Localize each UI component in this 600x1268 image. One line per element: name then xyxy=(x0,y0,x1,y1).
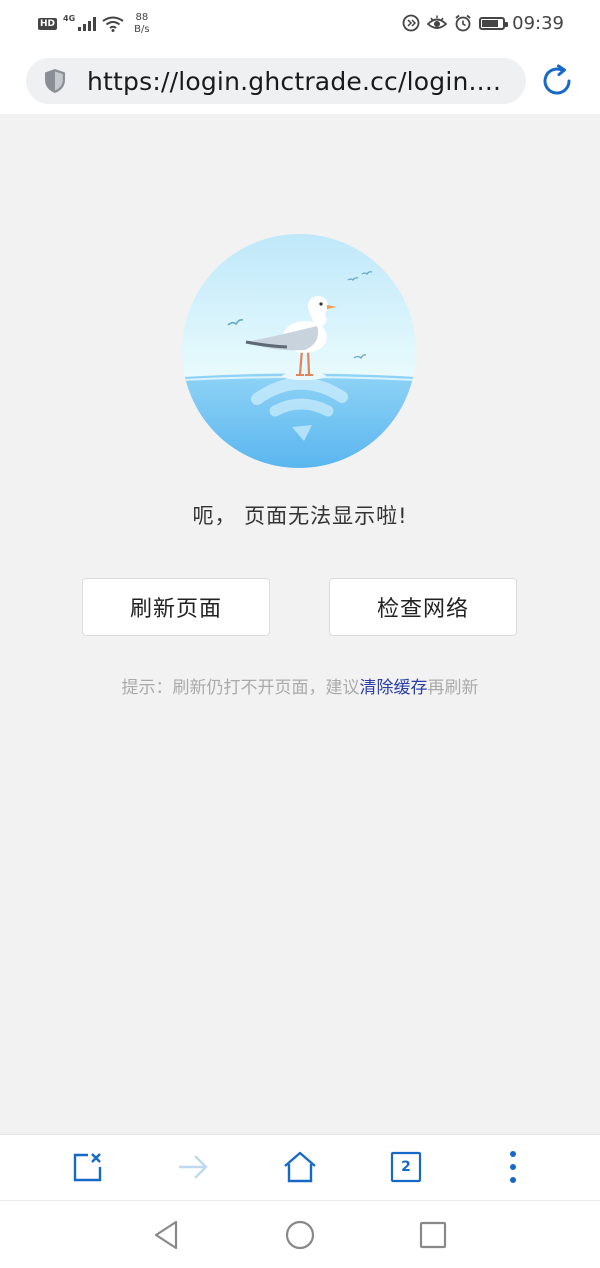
data-saver-icon xyxy=(402,14,420,32)
tabs-button[interactable]: 2 xyxy=(386,1147,426,1187)
clear-cache-link[interactable]: 清除缓存 xyxy=(360,678,428,698)
signal-icon xyxy=(78,17,97,31)
eye-icon xyxy=(427,15,448,29)
speed-value: 88 xyxy=(135,12,149,23)
tabs-count[interactable]: 2 xyxy=(401,1159,411,1175)
recents-square-icon[interactable] xyxy=(415,1217,451,1253)
close-page-icon[interactable] xyxy=(70,1150,104,1184)
network-type: 4G xyxy=(63,13,76,23)
home-circle-icon[interactable] xyxy=(282,1217,318,1253)
browser-header: https://login.ghctrade.cc/login.... xyxy=(0,46,600,114)
close-page-button[interactable] xyxy=(67,1147,107,1187)
reload-icon[interactable] xyxy=(540,64,574,98)
status-left: HD 4G 88 B/s xyxy=(38,10,150,38)
network-speed: 88 B/s xyxy=(134,12,149,36)
status-bar: HD 4G 88 B/s 09:39 xyxy=(0,0,600,46)
back-triangle-icon[interactable] xyxy=(150,1217,186,1253)
more-menu-icon[interactable] xyxy=(508,1150,518,1184)
system-nav-bar xyxy=(0,1200,600,1268)
more-menu-button[interactable] xyxy=(493,1147,533,1187)
seagull-illustration xyxy=(182,234,416,468)
clock: 09:39 xyxy=(512,12,564,34)
error-message: 呃， 页面无法显示啦! xyxy=(192,504,408,528)
speed-unit: B/s xyxy=(134,24,150,35)
url-text[interactable]: https://login.ghctrade.cc/login.... xyxy=(87,67,517,96)
hint-text: 提示：刷新仍打不开页面，建议清除缓存再刷新 xyxy=(0,673,600,698)
wifi-icon xyxy=(102,16,124,32)
forward-icon[interactable] xyxy=(176,1150,210,1184)
address-bar[interactable]: https://login.ghctrade.cc/login.... xyxy=(26,58,526,104)
refresh-page-button[interactable]: 刷新页面 xyxy=(82,578,270,636)
forward-button[interactable] xyxy=(173,1147,213,1187)
home-button[interactable] xyxy=(280,1147,320,1187)
hd-badge: HD xyxy=(38,18,58,30)
shield-icon[interactable] xyxy=(44,67,68,95)
home-icon[interactable] xyxy=(282,1150,318,1184)
hint-prefix: 提示：刷新仍打不开页面，建议 xyxy=(121,678,360,698)
check-network-button[interactable]: 检查网络 xyxy=(329,578,517,636)
status-right: 09:39 xyxy=(402,11,564,35)
battery-icon xyxy=(479,16,509,30)
hint-suffix: 再刷新 xyxy=(427,678,479,698)
browser-toolbar: 2 xyxy=(0,1134,600,1201)
alarm-icon xyxy=(455,14,471,32)
